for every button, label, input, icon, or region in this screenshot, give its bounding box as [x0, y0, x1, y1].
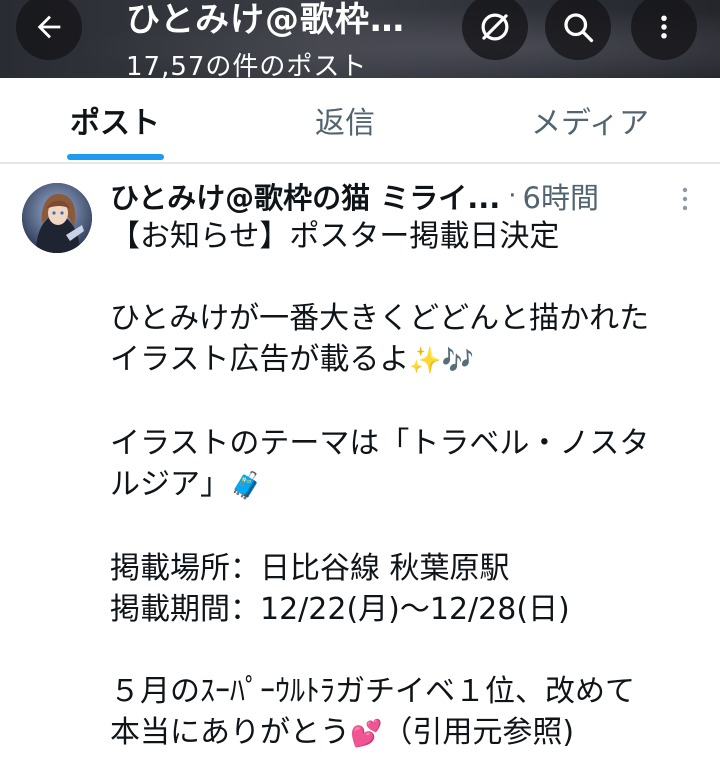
hearts-icon: 💕	[350, 719, 383, 749]
tweet-more-button[interactable]	[676, 186, 694, 216]
discover-button[interactable]	[462, 0, 528, 60]
tweet-line: 【お知らせ】ポスター掲載日決定	[110, 219, 560, 254]
search-button[interactable]	[545, 0, 611, 60]
avatar-image	[22, 183, 92, 253]
tweet-timestamp[interactable]: 6時間	[523, 175, 599, 217]
tweet-line-blank	[110, 382, 710, 423]
tab-replies[interactable]: 返信	[270, 78, 420, 162]
tweet-header: ひとみけ@歌枠の猫 ミライ... · 6時間	[110, 174, 650, 218]
tweet-line: イラストのテーマは「トラベル・ノスタ	[110, 426, 650, 461]
tweet-text: 【お知らせ】ポスター掲載日決定 ひとみけが一番大きくどどんと描かれた イラスト広…	[110, 216, 710, 755]
author-name[interactable]: ひとみけ@歌枠の猫 ミライ...	[110, 175, 500, 217]
more-vertical-icon	[661, 15, 667, 39]
suitcase-icon: 🧳	[230, 471, 263, 501]
tweet-line-blank	[110, 257, 710, 298]
active-tab-indicator	[67, 154, 164, 160]
tweet-line: 本当にありがとう💕（引用元参照)	[110, 715, 575, 750]
tweet-line-blank	[110, 507, 710, 548]
music-notes-icon: 🎶	[441, 346, 475, 376]
slashed-circle-icon	[481, 13, 509, 41]
separator-dot: ·	[508, 181, 517, 211]
more-vertical-icon	[682, 187, 688, 211]
tab-posts[interactable]: ポスト	[40, 78, 190, 162]
tweet-line-blank	[110, 630, 710, 671]
search-icon	[564, 13, 594, 43]
tweet-line: イラスト広告が載るよ✨🎶	[110, 342, 475, 377]
back-arrow-icon	[37, 15, 61, 39]
tab-media[interactable]: メディア	[505, 78, 675, 162]
avatar[interactable]	[22, 183, 92, 253]
tweet-line: 掲載場所：日比谷線 秋葉原駅	[110, 551, 510, 586]
tweet-line: 掲載期間：12/22(月)〜12/28(日)	[110, 592, 570, 627]
tweet-line: ひとみけが一番大きくどどんと描かれた	[110, 301, 650, 336]
profile-title: ひとみけ@歌枠…	[126, 0, 405, 40]
sparkles-icon: ✨	[409, 346, 442, 376]
profile-tabs: ポスト 返信 メディア	[0, 78, 720, 164]
back-button[interactable]	[16, 0, 82, 60]
tweet-line: ５月のｽｰﾊﾟｰｳﾙﾄﾗガチイベ１位、改めて	[110, 674, 635, 709]
tweet-line: ルジア」🧳	[110, 467, 263, 502]
more-options-button[interactable]	[631, 0, 697, 60]
post-count: 17,57の件のポスト	[126, 52, 368, 78]
profile-header: ひとみけ@歌枠… 17,57の件のポスト	[0, 0, 720, 78]
